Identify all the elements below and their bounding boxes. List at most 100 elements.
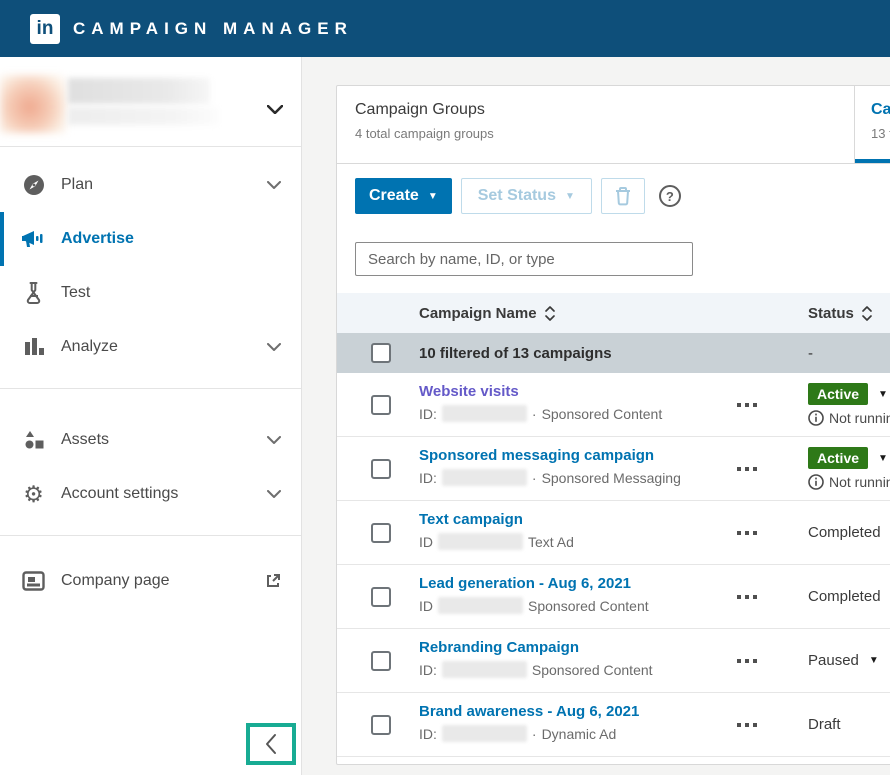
campaign-meta: ID:·Sponsored Content [419,405,709,422]
status-label: Draft [808,716,890,733]
megaphone-icon [20,228,47,250]
sidebar-collapse-button[interactable] [246,723,296,765]
column-header-status[interactable]: Status [784,305,890,322]
campaign-id-redacted [438,533,523,550]
campaign-link[interactable]: Text campaign [419,511,523,528]
status-label: Completed [808,524,890,541]
filter-summary-row: 10 filtered of 13 campaigns - [337,333,890,373]
sidebar-item-advertise[interactable]: Advertise [0,212,301,266]
sidebar-item-label: Advertise [61,230,281,248]
row-more-menu[interactable] [709,373,784,436]
campaigns-table: Campaign Name Status 1 [337,293,890,764]
row-checkbox[interactable] [371,715,391,735]
row-checkbox[interactable] [371,459,391,479]
campaign-link[interactable]: Sponsored messaging campaign [419,447,654,464]
select-all-checkbox[interactable] [371,343,391,363]
sidebar-item-account-settings[interactable]: ⚙ Account settings [0,467,301,521]
account-name-redacted [68,78,218,125]
chevron-down-icon [267,105,283,114]
row-more-menu[interactable] [709,629,784,692]
app-title: CAMPAIGN MANAGER [73,19,353,39]
chevron-left-icon [265,733,277,755]
delete-button[interactable] [601,178,645,214]
table-row: Website visits ID:·Sponsored Content Act… [337,373,890,437]
status-note: Not running [808,474,890,490]
partial-next-row [337,757,890,764]
row-more-menu[interactable] [709,437,784,500]
campaign-id-redacted [442,469,527,486]
caret-down-icon: ▼ [878,453,888,464]
filter-summary-text: 10 filtered of 13 campaigns [409,345,709,362]
campaign-id-redacted [442,661,527,678]
row-more-menu[interactable] [709,693,784,756]
table-header-row: Campaign Name Status [337,293,890,333]
table-row: Lead generation - Aug 6, 2021 IDSponsore… [337,565,890,629]
tab-title: Campaign Groups [355,101,854,119]
campaign-meta: ID:·Dynamic Ad [419,725,709,742]
campaign-meta: ID:·Sponsored Messaging [419,469,709,486]
compass-icon [20,173,47,197]
sidebar-item-label: Analyze [61,338,267,356]
row-checkbox[interactable] [371,523,391,543]
status-dropdown[interactable]: Active ▼ [808,447,890,469]
tab-title: Campaigns [871,101,890,119]
sidebar-item-company-page[interactable]: Company page [0,554,301,608]
main-content: Campaign Groups 4 total campaign groups … [302,57,890,775]
row-more-menu[interactable] [709,565,784,628]
sidebar-item-test[interactable]: Test [0,266,301,320]
sidebar-item-label: Plan [61,176,267,194]
sidebar-item-analyze[interactable]: Analyze [0,320,301,374]
status-dropdown[interactable]: Paused ▼ [808,652,890,669]
tab-campaigns[interactable]: Campaigns 13 total campaigns [854,86,890,163]
status-badge: Active [808,383,868,405]
sort-icon[interactable] [544,305,556,322]
account-selector[interactable] [0,57,301,147]
row-checkbox[interactable] [371,395,391,415]
shapes-icon [20,429,47,451]
sidebar-item-assets[interactable]: Assets [0,413,301,467]
campaign-link[interactable]: Rebranding Campaign [419,639,579,656]
campaign-link[interactable]: Brand awareness - Aug 6, 2021 [419,703,639,720]
row-checkbox[interactable] [371,651,391,671]
search-input[interactable] [355,242,693,276]
bar-chart-icon [20,336,47,358]
sort-icon[interactable] [861,305,873,322]
tab-subtitle: 13 total campaigns [871,126,890,141]
info-icon [808,474,824,490]
summary-status: - [784,345,890,362]
external-link-icon [265,573,281,589]
sidebar-item-label: Account settings [61,485,267,503]
set-status-button[interactable]: Set Status▼ [461,178,592,214]
column-header-campaign-name[interactable]: Campaign Name [409,305,709,322]
chevron-down-icon [267,436,281,444]
campaigns-card: Campaign Groups 4 total campaign groups … [336,85,890,765]
chevron-down-icon [267,343,281,351]
sidebar-item-plan[interactable]: Plan [0,158,301,212]
row-checkbox[interactable] [371,587,391,607]
sidebar: Plan Advertise Test [0,57,302,775]
app-header: in CAMPAIGN MANAGER [0,0,890,57]
caret-down-icon: ▼ [878,389,888,400]
chevron-down-icon [267,490,281,498]
status-note: Not running [808,410,890,426]
caret-down-icon: ▼ [428,191,438,202]
gear-icon: ⚙ [20,483,47,506]
campaign-link[interactable]: Website visits [419,383,519,400]
tab-subtitle: 4 total campaign groups [355,126,854,141]
flask-icon [20,281,47,305]
table-row: Sponsored messaging campaign ID:·Sponsor… [337,437,890,501]
help-icon[interactable]: ? [659,185,681,207]
campaign-link[interactable]: Lead generation - Aug 6, 2021 [419,575,631,592]
chevron-down-icon [267,181,281,189]
table-row: Text campaign IDText Ad Completed [337,501,890,565]
create-button[interactable]: Create▼ [355,178,452,214]
sidebar-item-label: Test [61,284,281,302]
table-row: Brand awareness - Aug 6, 2021 ID:·Dynami… [337,693,890,757]
status-dropdown[interactable]: Active ▼ [808,383,890,405]
caret-down-icon: ▼ [565,191,575,202]
sidebar-item-label: Assets [61,431,267,449]
tab-campaign-groups[interactable]: Campaign Groups 4 total campaign groups [337,86,854,163]
info-icon [808,410,824,426]
row-more-menu[interactable] [709,501,784,564]
company-page-icon [20,571,47,591]
